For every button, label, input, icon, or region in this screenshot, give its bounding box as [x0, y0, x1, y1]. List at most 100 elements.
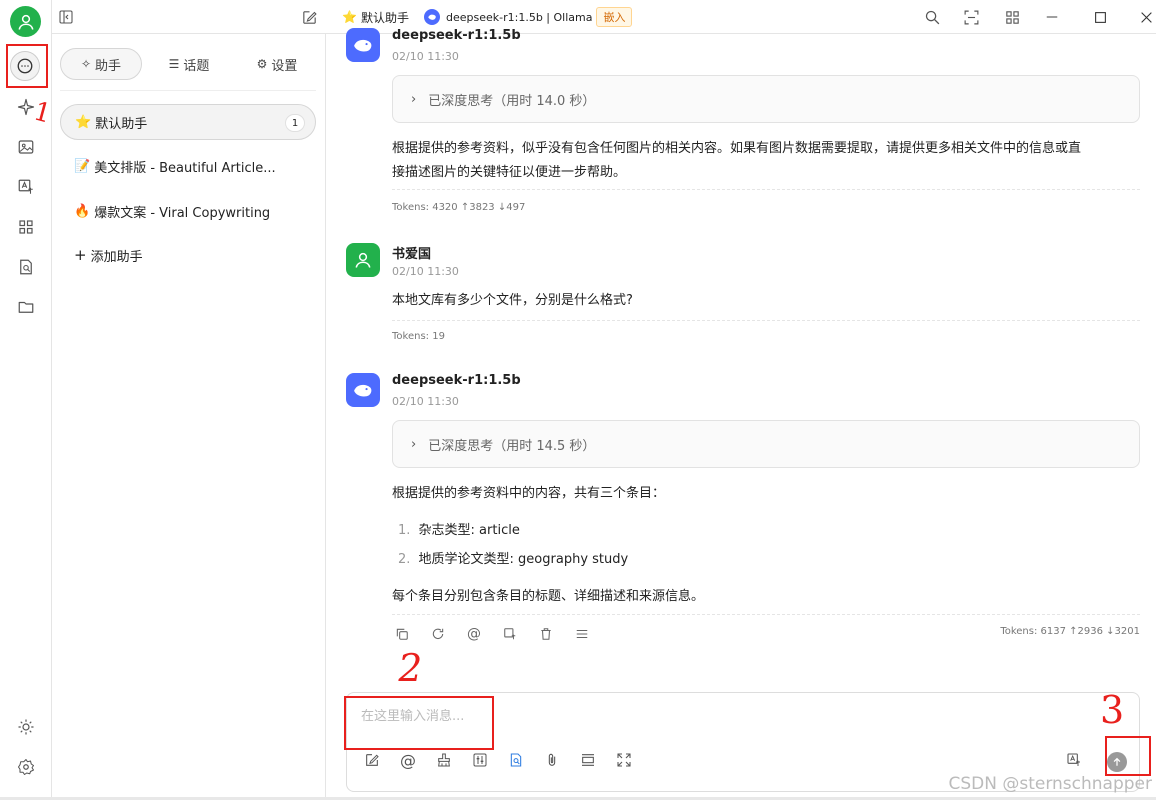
rail-images-button[interactable]	[12, 133, 40, 161]
tab-label: 设置	[271, 58, 298, 74]
regenerate-button[interactable]	[428, 624, 448, 644]
assistant-item-copywriting[interactable]: 🔥 爆款文案 - Viral Copywriting	[60, 193, 316, 229]
clear-context-button[interactable]	[433, 749, 455, 771]
layout-toggle-button[interactable]	[577, 749, 599, 771]
rail-theme-button[interactable]	[12, 713, 40, 741]
sparkle-icon	[17, 98, 35, 116]
search-button[interactable]	[924, 0, 941, 34]
add-assistant-button[interactable]: + 添加助手	[60, 237, 316, 273]
translate-icon	[1067, 753, 1080, 766]
star-icon: ⭐	[342, 10, 357, 24]
thinking-collapse[interactable]: › 已深度思考（用时 14.5 秒）	[392, 420, 1140, 468]
broom-icon	[438, 753, 450, 767]
minimize-button[interactable]	[1045, 0, 1059, 34]
close-button[interactable]	[1140, 0, 1153, 34]
rail-files-button[interactable]	[12, 293, 40, 321]
doc-search-icon	[20, 259, 32, 275]
composer-toolbar: @	[361, 749, 649, 773]
message-actions: @	[392, 624, 608, 644]
rail-knowledge-button[interactable]	[12, 253, 40, 281]
panel-tabs: ✧ 助手 ☰ 话题 ⚙ 设置	[60, 48, 316, 82]
more-button[interactable]	[572, 624, 592, 644]
tab-settings[interactable]: ⚙ 设置	[236, 48, 318, 80]
list-text: 杂志类型: article	[418, 523, 520, 538]
rail-translate-button[interactable]	[12, 173, 40, 201]
minimize-icon	[1046, 16, 1058, 18]
fullscreen-icon	[617, 753, 631, 767]
mention-button[interactable]: @	[464, 624, 484, 644]
tab-label: 助手	[95, 58, 122, 74]
gear-icon: ⚙	[256, 57, 268, 71]
annotation-box-3	[1105, 736, 1151, 776]
annotation-box-1	[6, 44, 48, 88]
apps-button[interactable]	[1004, 0, 1021, 34]
collapse-sidebar-button[interactable]	[58, 0, 74, 34]
message-author: deepseek-r1:1.5b	[392, 373, 521, 388]
thinking-label: 已深度思考（用时 14.0 秒）	[428, 93, 596, 109]
assistant-avatar	[346, 28, 380, 62]
edit-icon	[366, 754, 379, 766]
watermark: CSDN @sternschnapper	[948, 774, 1152, 794]
assistant-name: 默认助手	[95, 116, 148, 132]
thinking-label: 已深度思考（用时 14.5 秒）	[428, 438, 596, 454]
assistant-emoji: 📝	[74, 158, 91, 174]
assistant-item-article[interactable]: 📝 美文排版 - Beautiful Article...	[60, 148, 316, 184]
topic-count-badge: 1	[285, 114, 305, 132]
add-assistant-label: 添加助手	[90, 249, 143, 265]
grid-icon	[19, 220, 33, 234]
translate-button[interactable]	[500, 624, 520, 644]
text-line: 接描述图片的关键特征以便进一步帮助。	[392, 165, 627, 180]
message-tokens: Tokens: 6137 ↑2936 ↓3201	[1000, 626, 1140, 637]
doc-search-icon	[510, 753, 522, 767]
knowledge-base-button[interactable]	[505, 749, 527, 771]
annotation-box-2	[344, 696, 494, 750]
assistant-panel: ✧ 助手 ☰ 话题 ⚙ 设置 ⭐ 默认助手 1 📝 美文排版 - Beautif…	[52, 34, 326, 800]
deepseek-logo-icon	[424, 9, 440, 25]
paperclip-icon	[548, 753, 556, 766]
user-icon	[18, 14, 33, 30]
rail-settings-button[interactable]	[12, 753, 40, 781]
tabs-divider	[60, 90, 316, 91]
user-avatar[interactable]	[10, 6, 41, 37]
assistant-emoji: 🔥	[74, 203, 91, 219]
settings-sliders-button[interactable]	[469, 749, 491, 771]
at-icon: @	[400, 750, 416, 770]
ordered-list-item: 2. 地质学论文类型: geography study	[398, 548, 1148, 572]
thinking-collapse[interactable]: › 已深度思考（用时 14.0 秒）	[392, 75, 1140, 123]
fullscreen-button[interactable]	[613, 749, 635, 771]
layout-button[interactable]	[963, 0, 980, 34]
embed-badge: 嵌入	[596, 7, 633, 27]
user-avatar	[346, 243, 380, 277]
assistant-name: 美文排版 - Beautiful Article...	[94, 160, 276, 176]
attach-button[interactable]	[541, 749, 563, 771]
message-text: 根据提供的参考资料，似乎没有包含任何图片的相关内容。如果有图片数据需要提取，请提…	[392, 137, 1142, 185]
close-icon	[1141, 11, 1152, 23]
plus-icon: +	[74, 246, 87, 264]
assistant-emoji: ⭐	[75, 114, 92, 130]
assistant-item-default[interactable]: ⭐ 默认助手 1	[60, 104, 316, 140]
chat-area: deepseek-r1:1.5b 02/10 11:30 › 已深度思考（用时 …	[326, 28, 1156, 800]
rail-apps-button[interactable]	[12, 213, 40, 241]
copy-button[interactable]	[392, 624, 412, 644]
chevron-right-icon: ›	[411, 436, 417, 452]
tab-assistants[interactable]: ✧ 助手	[60, 48, 142, 80]
model-label: deepseek-r1:1.5b | Ollama	[446, 10, 593, 24]
message-time: 02/10 11:30	[392, 50, 459, 63]
annotation-mark-3: 3	[1100, 688, 1125, 732]
mention-model-button[interactable]: @	[397, 749, 419, 771]
menu-icon	[576, 629, 588, 639]
new-topic-button[interactable]	[361, 749, 383, 771]
sliders-icon	[473, 753, 487, 767]
tab-topics[interactable]: ☰ 话题	[148, 48, 230, 80]
list-number: 1.	[398, 523, 411, 538]
message-time: 02/10 11:30	[392, 395, 459, 408]
new-topic-button[interactable]	[301, 0, 318, 34]
assistant-avatar	[346, 373, 380, 407]
grid-icon	[1006, 10, 1019, 24]
user-icon	[355, 252, 371, 268]
maximize-button[interactable]	[1094, 0, 1107, 34]
message-tokens: Tokens: 19	[392, 331, 445, 342]
current-assistant-title: 默认助手	[360, 10, 409, 25]
delete-button[interactable]	[536, 624, 556, 644]
translate-input-button[interactable]	[1063, 749, 1085, 771]
